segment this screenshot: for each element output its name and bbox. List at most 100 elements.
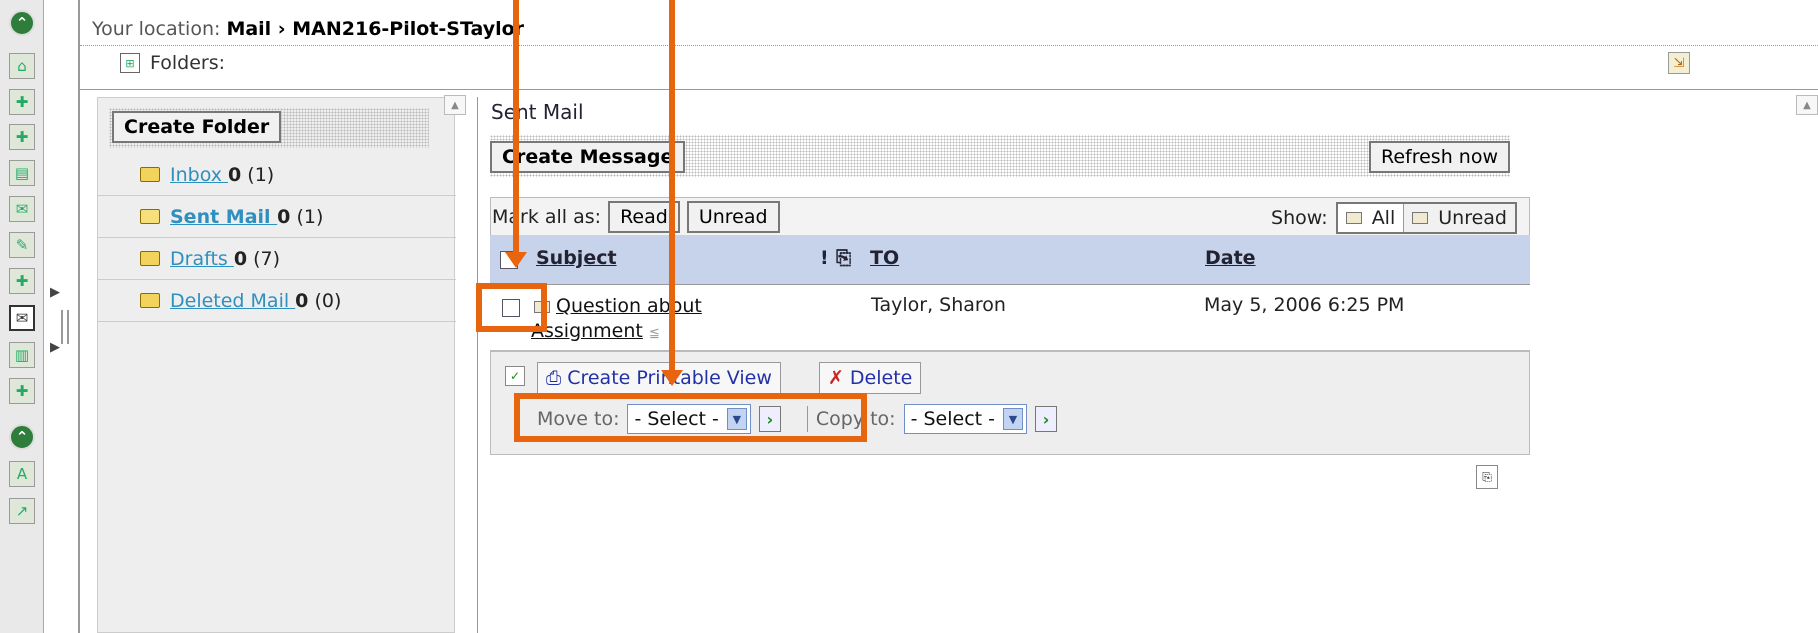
envelope-icon	[1345, 212, 1362, 224]
check-icon: ✓	[505, 366, 525, 386]
annotation-box-move	[514, 393, 867, 442]
mark-bar: Mark all as: Read Unread Show: All Unrea…	[490, 197, 1530, 237]
show-filter: Show: All Unread	[1271, 202, 1517, 234]
resize-grip[interactable]	[61, 310, 69, 344]
show-toggle: All Unread	[1335, 202, 1517, 234]
show-all-button[interactable]: All	[1337, 204, 1404, 232]
delete-button[interactable]: ✗ Delete	[819, 362, 922, 394]
annotation-arrow	[505, 252, 527, 268]
annotation-box-checkbox	[476, 283, 547, 332]
folder-toolbar: Create Folder	[109, 108, 429, 148]
unread-count: 0	[295, 289, 309, 312]
chevron-down-icon: ▼	[1003, 408, 1023, 430]
printer-icon: ⎙	[546, 367, 562, 389]
annotation-line	[669, 0, 675, 373]
folder-item-drafts[interactable]: Drafts 0 (7)	[98, 238, 456, 280]
to-cell: Taylor, Sharon	[871, 294, 1006, 316]
show-unread-label: Unread	[1438, 207, 1507, 229]
document-icon[interactable]: ▥	[9, 342, 35, 368]
folder-item-deleted[interactable]: Deleted Mail 0 (0)	[98, 280, 456, 322]
chart-icon[interactable]: ↗	[9, 498, 35, 524]
delete-icon: ✗	[828, 367, 844, 389]
delete-label: Delete	[849, 367, 913, 389]
create-folder-button[interactable]: Create Folder	[112, 111, 282, 143]
user-add-icon[interactable]: ✚	[9, 124, 35, 150]
folders-header[interactable]: ⊞ Folders:	[120, 52, 225, 74]
export-icon[interactable]: ⇲	[1668, 52, 1690, 74]
folder-icon	[140, 251, 160, 266]
divider	[80, 45, 1818, 46]
show-all-label: All	[1371, 207, 1396, 229]
folder-link[interactable]: Drafts	[170, 248, 234, 270]
copy-go-button[interactable]: ›	[1035, 406, 1057, 432]
printable-view-button[interactable]: ⎙ Create Printable View	[537, 362, 781, 394]
expand-arrow-icon[interactable]: ▶	[50, 285, 60, 300]
attachment-icon[interactable]: ⎘	[836, 247, 851, 269]
envelope-icon	[1412, 212, 1429, 224]
scroll-up-button[interactable]: ▲	[444, 95, 466, 115]
copy-to-value: - Select -	[910, 408, 995, 430]
calendar-icon[interactable]: ▤	[9, 160, 35, 186]
show-label: Show:	[1271, 207, 1328, 229]
to-column-header[interactable]: TO	[870, 247, 899, 269]
open-folder-icon	[140, 209, 160, 224]
site-icon[interactable]: ✚	[9, 89, 35, 115]
mark-unread-button[interactable]: Unread	[686, 201, 780, 233]
main-area: Your location: Mail › MAN216-Pilot-STayl…	[80, 0, 1818, 633]
assessment-icon[interactable]: A	[9, 461, 35, 487]
annotation-arrow	[661, 370, 683, 386]
table-row[interactable]: Question about Assignment ≦ Taylor, Shar…	[490, 285, 1530, 351]
folder-link[interactable]: Deleted Mail	[170, 290, 295, 312]
expand-arrow-icon[interactable]: ▶	[50, 340, 60, 355]
folder-item-inbox[interactable]: Inbox 0 (1)	[98, 154, 456, 196]
show-unread-button[interactable]: Unread	[1403, 204, 1515, 232]
total-count: (1)	[241, 163, 275, 186]
reply-icon: ≦	[648, 326, 660, 341]
breadcrumb: Your location: Mail › MAN216-Pilot-STayl…	[92, 18, 524, 40]
date-column-header[interactable]: Date	[1205, 247, 1256, 269]
breadcrumb-label: Your location:	[92, 18, 221, 40]
unread-count: 0	[233, 247, 248, 270]
discussion-icon[interactable]: ✉	[9, 196, 35, 222]
annotation-line	[513, 0, 519, 255]
tool-rail: ⌃ ⌂ ✚ ✚ ▤ ✉ ✎ ✚ ✉ ▥ ✚ ⌃ A ↗	[0, 0, 44, 633]
mail-icon[interactable]: ✉	[9, 305, 35, 331]
copy-icon[interactable]: ⎘	[1476, 465, 1498, 489]
breadcrumb-path: Mail › MAN216-Pilot-STaylor	[226, 18, 525, 40]
folder-link[interactable]: Sent Mail	[170, 206, 277, 228]
subject-column-header[interactable]: Subject	[536, 247, 617, 269]
scroll-up-button[interactable]: ▲	[1796, 95, 1818, 115]
home-icon[interactable]: ⌂	[9, 53, 35, 79]
message-pane: Sent Mail Create Message Refresh now Mar…	[477, 97, 1535, 633]
folders-label: Folders:	[150, 52, 226, 74]
refresh-button[interactable]: Refresh now	[1369, 141, 1510, 173]
message-toolbar: Create Message Refresh now	[490, 135, 1510, 177]
create-message-button[interactable]: Create Message	[490, 141, 686, 173]
subject-link[interactable]: Question about	[556, 295, 702, 317]
subject-cell: Question about Assignment ≦	[531, 294, 794, 346]
folder-link[interactable]: Inbox	[170, 164, 228, 186]
subject-link[interactable]: Assignment	[531, 320, 643, 342]
unread-count: 0	[277, 205, 291, 228]
unread-count: 0	[228, 163, 242, 186]
table-header: Subject ! ⎘ TO Date	[490, 235, 1530, 285]
total-count: (7)	[247, 247, 281, 270]
pin-icon[interactable]: ✎	[9, 232, 35, 258]
selected-icon: ✓	[505, 366, 525, 386]
expand-folders-icon[interactable]: ⊞	[120, 53, 140, 73]
date-cell: May 5, 2006 6:25 PM	[1204, 294, 1405, 316]
copy-to-select[interactable]: - Select - ▼	[903, 404, 1027, 434]
folder-pane: Create Folder Inbox 0 (1) Sent Mail 0 (1…	[97, 97, 456, 633]
resource-icon[interactable]: ✚	[9, 268, 35, 294]
folder-icon	[140, 293, 160, 308]
collapse-icon[interactable]: ⌃	[9, 10, 35, 36]
priority-column-header[interactable]: !	[820, 247, 829, 269]
mark-all-label: Mark all as:	[492, 206, 602, 228]
divider	[80, 89, 1818, 90]
page-title: Sent Mail	[491, 100, 584, 124]
folder-icon	[140, 167, 160, 182]
total-count: (0)	[308, 289, 342, 312]
globe-icon[interactable]: ✚	[9, 378, 35, 404]
collapse-icon[interactable]: ⌃	[9, 424, 35, 450]
folder-item-sent[interactable]: Sent Mail 0 (1)	[98, 196, 456, 238]
